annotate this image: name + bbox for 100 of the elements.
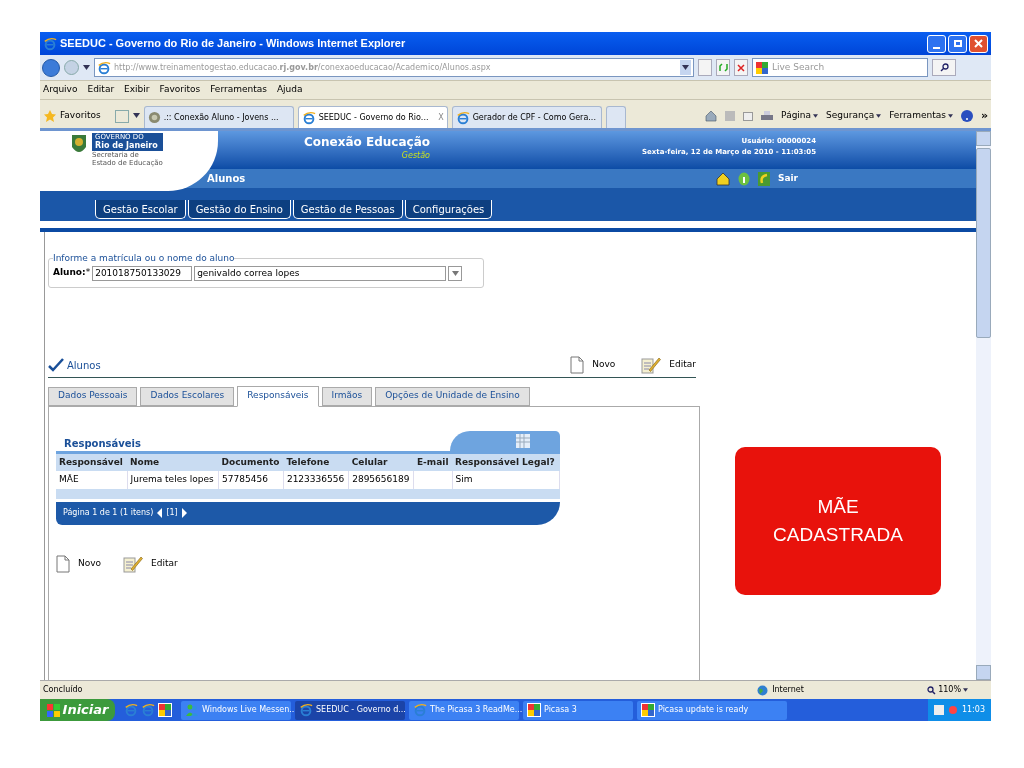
taskbar-item[interactable]: Picasa 3 [523,700,633,720]
browser-icon [301,110,316,125]
globe-icon [757,684,769,696]
tab[interactable]: Dados Escolares [140,386,235,406]
stop-icon [737,63,745,72]
restore-button[interactable] [948,34,967,53]
edit-button[interactable]: Editar [641,356,696,374]
app-title: Conexão Educação [304,134,430,151]
tray-icon [947,705,958,715]
tab[interactable]: Opções de Unidade de Ensino [375,386,530,406]
document-icon [56,554,70,573]
caret-icon [876,114,882,118]
close-button[interactable] [969,34,988,53]
document-icon [570,356,585,374]
nav-tab[interactable]: Configurações [404,200,493,219]
browser-tab[interactable]: .:: Conexão Aluno - Jovens ... [143,106,294,128]
caret-icon [963,688,968,692]
favorites-button[interactable]: Favoritos [60,109,101,123]
dropdown-icon[interactable] [132,113,140,118]
windows-logo-icon [46,703,60,717]
new-button[interactable]: Novo [570,356,616,374]
status-text: Concluído [43,684,83,696]
browser-icon [299,703,313,717]
registration-field[interactable]: 201018750133029 [92,265,193,281]
logout-link[interactable]: Sair [777,171,798,186]
tab-title: SEEDUC - Governo do Rio... [318,111,429,124]
previous-icon[interactable] [157,508,163,518]
edit-button[interactable]: Editar [123,554,178,573]
taskbar-item[interactable]: SEEDUC - Governo d... [295,700,405,720]
section-title: Alunos [207,172,246,186]
address-dropdown[interactable] [680,60,691,75]
browser-tab[interactable]: Gerador de CPF - Como Gera... [451,106,602,128]
browser-icon [97,60,111,75]
next-icon[interactable] [181,508,187,518]
tray-icon [933,705,944,715]
student-name-field[interactable]: genivaldo correa lopes [194,265,447,281]
clock: 11:03 [961,704,985,716]
menu-item[interactable]: Editar [87,83,115,97]
tab[interactable]: Responsáveis [237,385,319,407]
table-cell: Jurema teles lopes [130,474,214,484]
refresh-icon [718,63,728,72]
tab[interactable]: Irmãos [321,386,373,406]
info-icon[interactable] [737,171,750,186]
caret-icon [813,114,819,118]
dropdown-button[interactable] [448,265,463,281]
close-tab-button[interactable]: X [438,111,444,124]
edit-icon [123,554,144,573]
menu-item[interactable]: Ferramentas [210,83,267,97]
callout-text: CADASTRADA [773,523,903,547]
help-icon[interactable] [960,110,973,122]
nav-tab[interactable]: Gestão Escolar [95,200,186,219]
tab[interactable]: Dados Pessoais [48,386,138,406]
page-link[interactable]: [1] [166,507,178,519]
back-button[interactable] [42,58,60,77]
close-icon [974,39,983,48]
home-icon[interactable] [705,110,718,122]
grid-title: Responsáveis [63,436,141,451]
start-button[interactable]: Iniciar [40,699,115,721]
exit-icon[interactable] [757,171,770,186]
menu-item[interactable]: Arquivo [43,83,78,97]
search-field[interactable]: Live Search [752,58,928,77]
section-heading: Alunos [67,358,101,373]
mail-icon[interactable] [743,111,754,121]
logo-name: Rio de Janeiro [95,141,159,151]
search-input[interactable]: Live Search [772,60,922,75]
more-button[interactable]: » [980,107,988,125]
address-text: http://www.treinamentogestao.educacao.rj.gov.br/conexaoeducacao/Academico/Alunos.aspx [114,61,491,74]
command-menu[interactable]: Página [781,109,819,123]
star-icon [43,109,57,123]
command-menu[interactable]: Segurança [826,109,882,123]
nav-tab[interactable]: Gestão do Ensino [187,200,291,219]
app-subtitle: Gestão [401,151,430,160]
minimize-button[interactable] [927,34,946,53]
photo-app-icon [755,60,769,75]
zoom-control[interactable]: 110% [927,684,968,696]
menu-item[interactable]: Exibir [124,83,150,97]
table-cell: 2123336556 [286,474,345,484]
browser-icon [124,703,138,717]
caret-icon [682,65,689,70]
command-menu[interactable]: Ferramentas [889,109,953,123]
search-button[interactable] [932,59,956,76]
menu-item[interactable]: Ajuda [276,83,303,97]
table-cell: MÃE [59,474,79,484]
caret-icon [451,270,459,276]
printer-icon[interactable] [761,110,774,122]
new-button[interactable]: Novo [56,554,102,573]
callout-text: MÃE [817,495,859,519]
dropdown-icon[interactable] [83,65,90,70]
stop-button[interactable] [734,59,748,76]
menu-item[interactable]: Favoritos [159,83,201,97]
tab-title: Gerador de CPF - Como Gera... [472,111,596,124]
browser-tab[interactable]: SEEDUC - Governo do Rio... X [297,106,448,128]
window-title: SEEDUC - Governo do Rio de Janeiro - Windows Internet Explorer [60,36,406,52]
edit-icon [641,356,662,374]
table-cell: Sim [455,474,473,484]
nav-tab[interactable]: Gestão de Pessoas [292,200,403,219]
home-icon[interactable] [715,171,730,186]
field-label: Aluno:* [53,266,91,280]
browser-icon [43,36,57,51]
taskbar-item[interactable]: Picasa update is ready [637,700,787,720]
